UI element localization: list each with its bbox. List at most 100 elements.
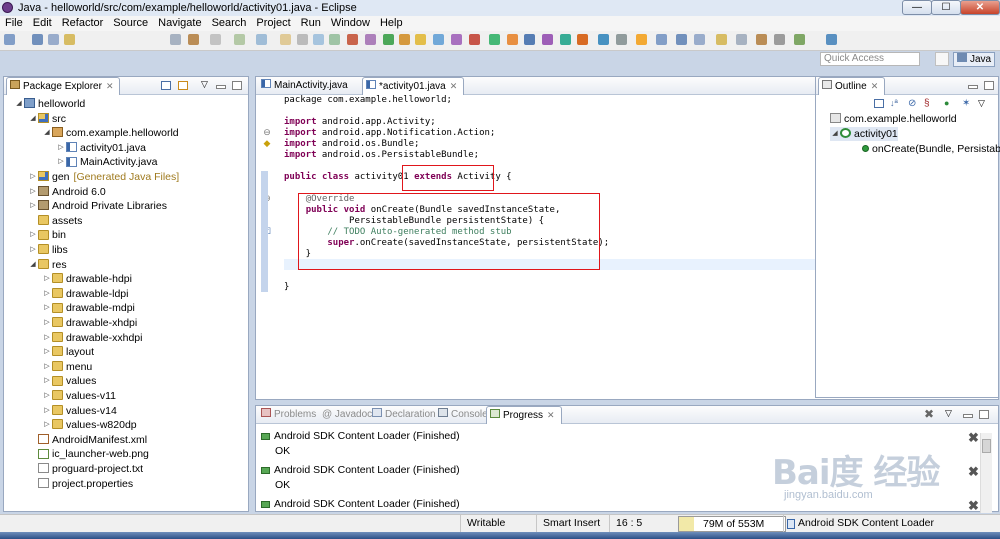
java-perspective-button[interactable]: Java	[953, 52, 995, 67]
toolbar-button-icon[interactable]	[415, 34, 426, 45]
quick-access-input[interactable]: Quick Access	[820, 52, 920, 66]
maximize-view-icon[interactable]	[984, 81, 994, 90]
toolbar-button-icon[interactable]	[560, 34, 571, 45]
expand-icon[interactable]: ▷	[42, 345, 52, 359]
warning-marker-icon[interactable]: ◆	[262, 139, 272, 149]
tree-item[interactable]: ◢ res	[28, 258, 66, 272]
maximize-view-icon[interactable]	[979, 410, 989, 419]
toolbar-button-icon[interactable]	[234, 34, 245, 45]
expand-icon[interactable]: ▷	[28, 243, 38, 257]
toolbar-button-icon[interactable]	[188, 34, 199, 45]
outline-item-class[interactable]: ◢ activity01	[830, 127, 898, 141]
toolbar-button-icon[interactable]	[297, 34, 308, 45]
toolbar-button-icon[interactable]	[329, 34, 340, 45]
toolbar-button-icon[interactable]	[170, 34, 181, 45]
close-tab-icon[interactable]: ✕	[450, 81, 458, 91]
toolbar-button-icon[interactable]	[774, 34, 785, 45]
tree-item[interactable]: ◢ com.example.helloworld	[42, 126, 178, 140]
expand-icon[interactable]: ▷	[42, 404, 52, 418]
collapse-all-icon[interactable]	[161, 81, 171, 90]
tree-item[interactable]: ◢ helloworld	[14, 97, 85, 111]
toolbar-button-icon[interactable]	[542, 34, 553, 45]
expand-icon[interactable]: ▷	[42, 360, 52, 374]
toolbar-button-icon[interactable]	[469, 34, 480, 45]
expand-icon[interactable]: ▷	[28, 228, 38, 242]
toolbar-button-icon[interactable]	[694, 34, 705, 45]
remove-entry-icon[interactable]: ✖	[968, 464, 979, 480]
open-perspective-button[interactable]	[935, 52, 949, 66]
tree-item[interactable]: ▷ drawable-mdpi	[42, 301, 135, 315]
toolbar-button-icon[interactable]	[489, 34, 500, 45]
tree-item[interactable]: ▷ activity01.java	[56, 141, 146, 155]
tree-item[interactable]: ▷ Android Private Libraries	[28, 199, 167, 213]
toolbar-button-icon[interactable]	[676, 34, 687, 45]
toolbar-button-icon[interactable]	[507, 34, 518, 45]
menu-source[interactable]: Source	[108, 16, 153, 31]
tree-item[interactable]: assets	[28, 214, 82, 228]
toolbar-button-icon[interactable]	[826, 34, 837, 45]
minimize-button[interactable]: —	[902, 0, 932, 15]
tree-item[interactable]: ▷ gen [Generated Java Files]	[28, 170, 179, 184]
toolbar-button-icon[interactable]	[347, 34, 358, 45]
outline-item-method[interactable]: onCreate(Bundle, Persistab	[862, 142, 1000, 156]
progress-scrollbar[interactable]	[980, 433, 992, 513]
menu-refactor[interactable]: Refactor	[57, 16, 109, 31]
menu-window[interactable]: Window	[326, 16, 375, 31]
toolbar-button-icon[interactable]	[577, 34, 588, 45]
tab-progress[interactable]: Progress ✕	[486, 406, 562, 424]
toolbar-button-icon[interactable]	[433, 34, 444, 45]
minimize-view-icon[interactable]	[968, 85, 978, 89]
link-with-editor-icon[interactable]	[178, 81, 188, 90]
close-window-button[interactable]: ✕	[960, 0, 1000, 15]
expand-icon[interactable]: ▷	[42, 287, 52, 301]
expand-icon[interactable]: ▷	[42, 418, 52, 432]
toolbar-button-icon[interactable]	[280, 34, 291, 45]
tree-item[interactable]: ▷ libs	[28, 243, 67, 257]
tree-item[interactable]: ▷ menu	[42, 360, 92, 374]
expand-icon[interactable]: ◢	[830, 127, 840, 141]
tree-item[interactable]: ▷ MainActivity.java	[56, 155, 157, 169]
toolbar-button-icon[interactable]	[365, 34, 376, 45]
collapse-all-icon[interactable]	[874, 99, 884, 108]
maximize-view-icon[interactable]	[232, 81, 242, 90]
tree-item[interactable]: ▷ values-v14	[42, 404, 116, 418]
tree-item[interactable]: ic_launcher-web.png	[28, 447, 149, 461]
expand-icon[interactable]: ▷	[56, 141, 66, 155]
heap-status[interactable]: 79M of 553M	[678, 516, 786, 532]
hide-static-icon[interactable]: §	[924, 98, 930, 109]
tree-item[interactable]: ▷ values-v11	[42, 389, 116, 403]
toolbar-button-icon[interactable]	[210, 34, 221, 45]
tree-item[interactable]: ▷ drawable-hdpi	[42, 272, 132, 286]
toolbar-button-icon[interactable]	[636, 34, 647, 45]
sort-icon[interactable]: ↓ª	[890, 98, 898, 108]
toolbar-button-icon[interactable]	[64, 34, 75, 45]
expand-icon[interactable]: ▷	[42, 272, 52, 286]
tree-item[interactable]: ▷ Android 6.0	[28, 185, 105, 199]
menu-project[interactable]: Project	[251, 16, 295, 31]
toolbar-button-icon[interactable]	[616, 34, 627, 45]
toolbar-button-icon[interactable]	[4, 34, 15, 45]
toolbar-button-icon[interactable]	[399, 34, 410, 45]
tree-item[interactable]: AndroidManifest.xml	[28, 433, 147, 447]
tab-outline[interactable]: Outline ✕	[818, 77, 886, 95]
toolbar-button-icon[interactable]	[313, 34, 324, 45]
toolbar-button-icon[interactable]	[794, 34, 805, 45]
expand-icon[interactable]: ▷	[42, 331, 52, 345]
maximize-button[interactable]: ☐	[931, 0, 961, 15]
tree-item[interactable]: ▷ values	[42, 374, 96, 388]
tree-item[interactable]: ▷ drawable-xhdpi	[42, 316, 137, 330]
expand-icon[interactable]: ▷	[42, 389, 52, 403]
tree-item[interactable]: project.properties	[28, 477, 133, 491]
minimize-view-icon[interactable]	[216, 85, 226, 89]
expand-icon[interactable]: ▷	[56, 155, 66, 169]
view-menu-icon[interactable]: ▽	[201, 79, 208, 90]
collapse-icon[interactable]: ◢	[42, 126, 52, 140]
toolbar-button-icon[interactable]	[48, 34, 59, 45]
menu-help[interactable]: Help	[375, 16, 408, 31]
tree-item[interactable]: proguard-project.txt	[28, 462, 143, 476]
toolbar-button-icon[interactable]	[736, 34, 747, 45]
expand-icon[interactable]: ▷	[28, 185, 38, 199]
toolbar-button-icon[interactable]	[256, 34, 267, 45]
remove-entry-icon[interactable]: ✖	[968, 430, 979, 446]
toolbar-button-icon[interactable]	[524, 34, 535, 45]
